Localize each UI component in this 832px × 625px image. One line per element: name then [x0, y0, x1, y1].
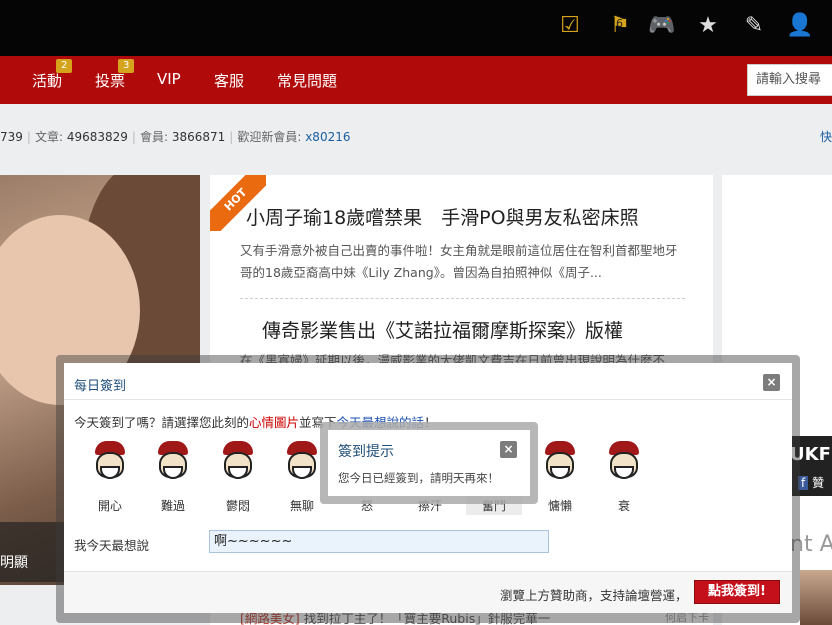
articles-count: 49683829	[66, 130, 128, 144]
members-count: 3866871	[171, 130, 226, 144]
mood-option[interactable]: 慵懶	[532, 435, 588, 515]
checkin-alert: 簽到提示 × 您今日已經簽到，請明天再來！	[328, 430, 530, 496]
quick-link[interactable]: 快	[820, 128, 832, 145]
right-photo[interactable]	[800, 570, 832, 625]
site-stats: 739 | 文章: 49683829 | 會員: 3866871 | 歡迎新會員: x802…	[0, 130, 351, 144]
topics-count: 739	[0, 130, 23, 144]
article-desc-1: 又有手滑意外被自己出賣的事件啦！女主角就是眼前這位居住在智利首都聖地牙哥的18歲…	[240, 243, 678, 280]
divider	[64, 399, 792, 400]
article-title-1[interactable]: 小周子瑜18歲嚐禁果 手滑PO與男友私密床照	[246, 203, 639, 230]
mood-option[interactable]: 開心	[82, 435, 138, 515]
alert-title: 簽到提示	[338, 444, 394, 460]
checkbox-icon[interactable]: ☑	[556, 10, 584, 40]
new-member-link[interactable]: x80216	[305, 130, 350, 144]
close-icon[interactable]: ×	[500, 441, 517, 458]
flag-icon[interactable]: ⚑ 6	[606, 10, 634, 40]
edit-icon[interactable]: ✎	[740, 10, 768, 40]
say-input[interactable]: 啊~~~~~~	[209, 530, 549, 553]
close-icon[interactable]: ×	[763, 374, 780, 391]
mood-face-icon	[150, 437, 196, 487]
top-bar: ☑ ⚑ 6 🎮 ★ ✎ 👤	[0, 0, 832, 56]
mood-option[interactable]: 衰	[596, 435, 652, 515]
members-label: 會員:	[139, 130, 168, 144]
sponsor-note: 瀏覽上方贊助商，支持論壇營運，	[500, 588, 688, 603]
new-member-label: 歡迎新會員:	[237, 130, 302, 144]
mood-option[interactable]: 鬱悶	[210, 435, 266, 515]
mood-face-icon	[215, 437, 261, 487]
star-icon[interactable]: ★	[694, 10, 722, 40]
nav-item-activities[interactable]: 活動	[32, 70, 62, 91]
mood-face-icon	[87, 437, 133, 487]
nav-item-faq[interactable]: 常見問題	[277, 70, 337, 91]
add-user-icon[interactable]: 👤	[786, 10, 814, 40]
nav-item-vip[interactable]: VIP	[157, 70, 181, 88]
mood-face-icon	[537, 437, 583, 487]
say-label: 我今天最想說	[74, 538, 150, 553]
alert-message: 您今日已經簽到，請明天再來！	[338, 471, 499, 485]
nav-item-votes[interactable]: 投票	[95, 70, 125, 91]
mood-face-icon	[601, 437, 647, 487]
mood-face-icon	[279, 437, 325, 487]
divider	[240, 298, 685, 299]
gamepad-icon[interactable]: 🎮	[648, 10, 676, 40]
search-input[interactable]: 請輸入搜尋	[747, 64, 832, 96]
articles-label: 文章:	[34, 130, 63, 144]
nav-item-support[interactable]: 客服	[214, 70, 244, 91]
checkin-button[interactable]: 點我簽到!	[694, 580, 780, 604]
flag-badge: 6	[616, 17, 623, 30]
facebook-like[interactable]: f 贊	[798, 474, 824, 491]
dialog-title: 每日簽到	[74, 379, 127, 394]
dialog-footer: 瀏覽上方贊助商，支持論壇營運， 點我簽到!	[64, 571, 792, 613]
mood-option[interactable]: 難過	[145, 435, 201, 515]
article-title-2[interactable]: 傳奇影業售出《艾諾拉福爾摩斯探案》版權	[262, 316, 623, 343]
